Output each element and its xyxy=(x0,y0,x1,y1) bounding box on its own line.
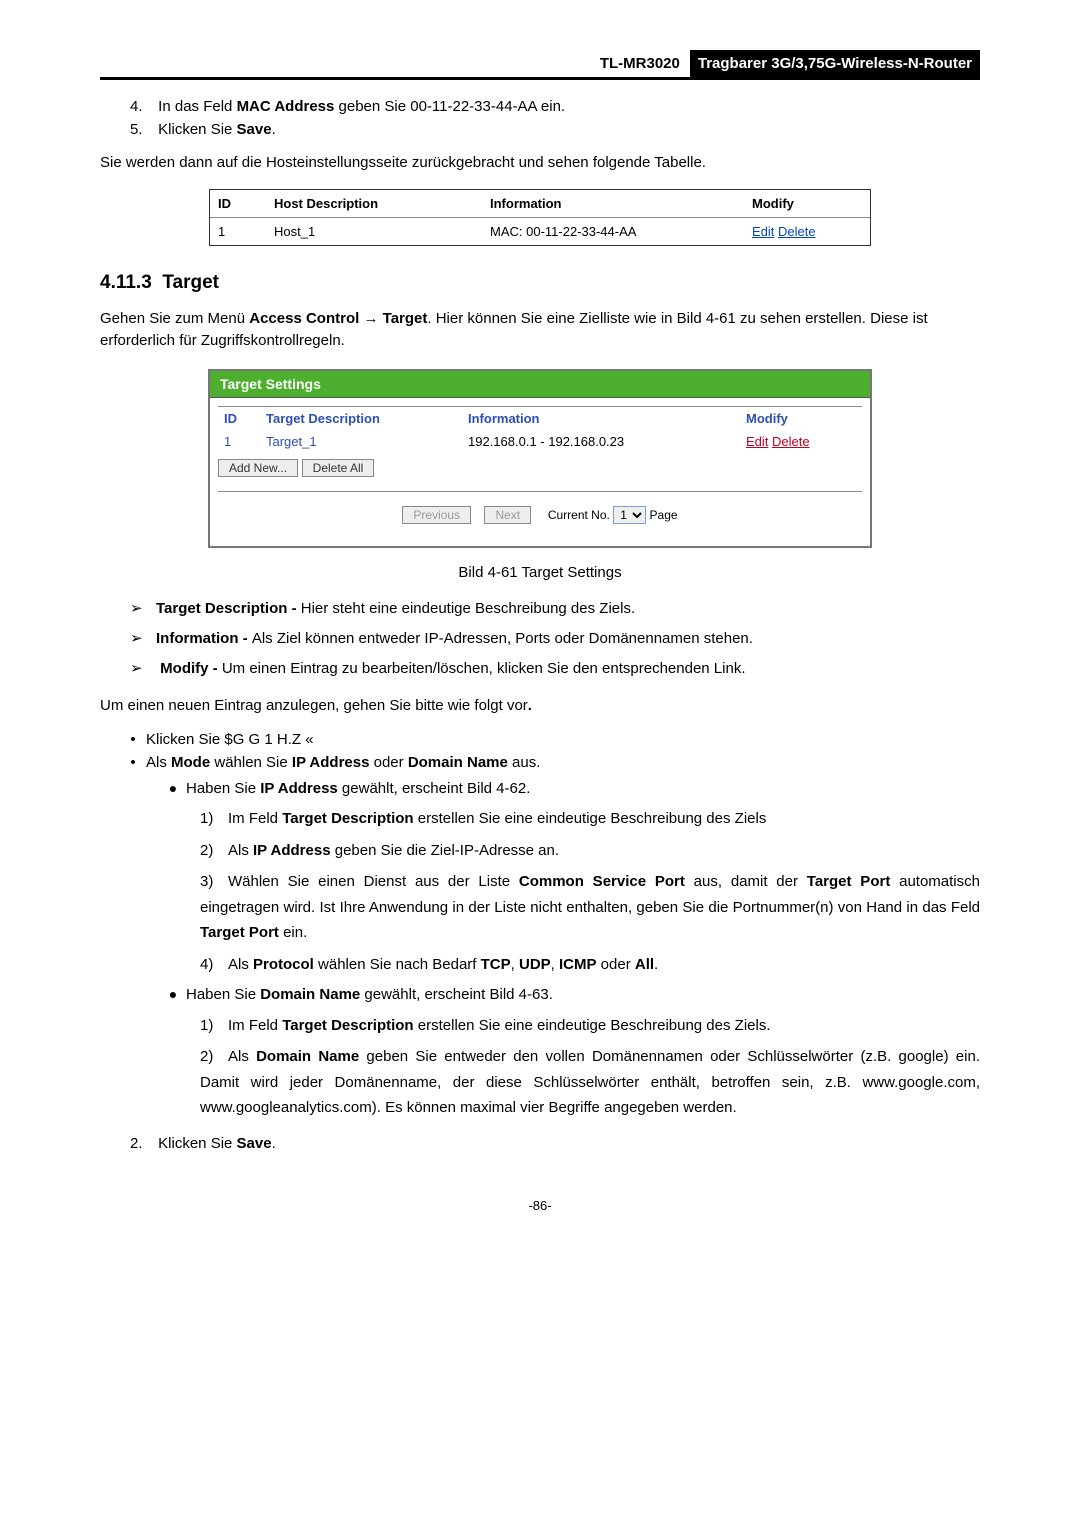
mode-ip-address: ●Haben Sie IP Address gewählt, erscheint… xyxy=(160,777,980,800)
step-4-text: In das Feld MAC Address geben Sie 00-11-… xyxy=(158,98,565,115)
header-model: TL-MR3020 xyxy=(590,50,690,77)
domain-step-2: 2)Als Domain Name geben Sie entweder den… xyxy=(200,1044,980,1121)
next-button[interactable]: Next xyxy=(484,506,531,524)
host-settings-figure: ID Host Description Information Modify 1… xyxy=(209,189,871,246)
add-new-button[interactable]: Add New... xyxy=(218,459,298,477)
step-select-mode: •Als Mode wählen Sie IP Address oder Dom… xyxy=(120,754,980,771)
ts-delete-link[interactable]: Delete xyxy=(772,434,810,449)
ts-th-modify: Modify xyxy=(740,406,862,430)
page-label-page: Page xyxy=(650,508,678,522)
step-click-add: •Klicken Sie $G G 1 H.Z « xyxy=(120,731,980,748)
host-th-id: ID xyxy=(210,190,266,218)
bullet-modify: ➢ Modify - Um einen Eintrag zu bearbeite… xyxy=(130,657,980,681)
step-5: 5. Klicken Sie Save. xyxy=(130,121,980,138)
delete-all-button[interactable]: Delete All xyxy=(302,459,375,477)
figure-caption: Bild 4-61 Target Settings xyxy=(100,564,980,581)
ts-paginator: Previous Next Current No. 1 Page xyxy=(218,491,862,534)
target-intro: Gehen Sie zum Menü Access Control → Targ… xyxy=(100,308,980,353)
section-heading: 4.11.3 Target xyxy=(100,272,980,294)
ts-th-desc: Target Description xyxy=(260,406,462,430)
step-4: 4. In das Feld MAC Address geben Sie 00-… xyxy=(130,98,980,115)
target-settings-figure: Target Settings ID Target Description In… xyxy=(208,369,872,548)
bullet-information: ➢Information - Als Ziel können entweder … xyxy=(130,627,980,651)
bullet-target-description: ➢Target Description - Hier steht eine ei… xyxy=(130,597,980,621)
page-label-current: Current No. xyxy=(548,508,610,522)
page-number: -86- xyxy=(100,1198,980,1213)
host-row-desc: Host_1 xyxy=(266,217,482,245)
page-select[interactable]: 1 xyxy=(613,506,646,524)
host-th-modify: Modify xyxy=(744,190,870,218)
ip-step-1: 1)Im Feld Target Description erstellen S… xyxy=(200,806,980,832)
final-step-2: 2. Klicken Sie Save. xyxy=(130,1135,980,1152)
mode-domain-name: ●Haben Sie Domain Name gewählt, erschein… xyxy=(160,983,980,1006)
host-th-desc: Host Description xyxy=(266,190,482,218)
ts-row-id: 1 xyxy=(218,430,260,453)
host-th-info: Information xyxy=(482,190,744,218)
ts-th-info: Information xyxy=(462,406,740,430)
new-entry-intro: Um einen neuen Eintrag anzulegen, gehen … xyxy=(100,695,980,718)
host-edit-link[interactable]: Edit xyxy=(752,224,774,239)
page-header: TL-MR3020 Tragbarer 3G/3,75G-Wireless-N-… xyxy=(100,50,980,80)
host-row: 1 Host_1 MAC: 00-11-22-33-44-AA Edit Del… xyxy=(210,217,870,245)
header-title: Tragbarer 3G/3,75G-Wireless-N-Router xyxy=(690,50,980,77)
host-row-id: 1 xyxy=(210,217,266,245)
ts-title: Target Settings xyxy=(210,371,870,398)
host-delete-link[interactable]: Delete xyxy=(778,224,816,239)
previous-button[interactable]: Previous xyxy=(402,506,471,524)
ts-row: 1 Target_1 192.168.0.1 - 192.168.0.23 Ed… xyxy=(218,430,862,453)
domain-step-1: 1)Im Feld Target Description erstellen S… xyxy=(200,1013,980,1039)
ip-step-3: 3)Wählen Sie einen Dienst aus der Liste … xyxy=(200,869,980,946)
ip-step-2: 2)Als IP Address geben Sie die Ziel-IP-A… xyxy=(200,838,980,864)
ts-edit-link[interactable]: Edit xyxy=(746,434,768,449)
step-5-text: Klicken Sie Save. xyxy=(158,121,276,138)
host-row-info: MAC: 00-11-22-33-44-AA xyxy=(482,217,744,245)
ts-row-info: 192.168.0.1 - 192.168.0.23 xyxy=(462,430,740,453)
ip-step-4: 4)Als Protocol wählen Sie nach Bedarf TC… xyxy=(200,952,980,978)
ts-row-desc: Target_1 xyxy=(260,430,462,453)
ts-th-id: ID xyxy=(218,406,260,430)
intro-paragraph: Sie werden dann auf die Hosteinstellungs… xyxy=(100,152,980,175)
